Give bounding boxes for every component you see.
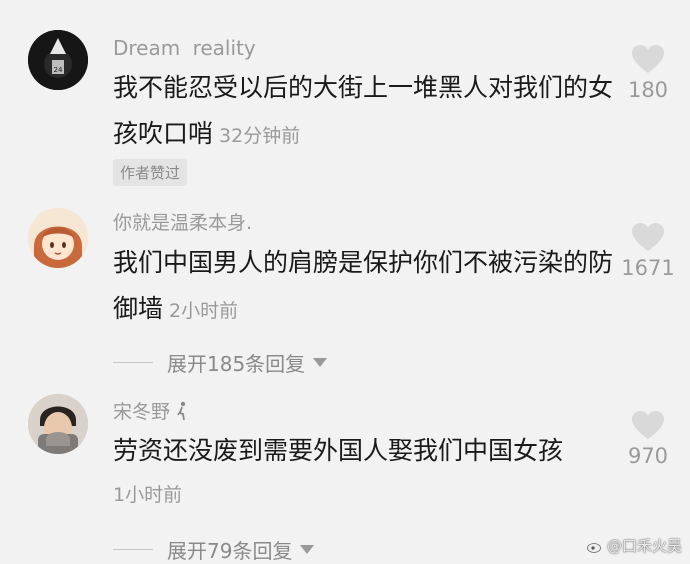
divider-line: [113, 362, 153, 363]
like-count: 180: [627, 78, 669, 102]
comment-body: 我不能忍受以后的大街上一堆黑人对我们的女孩吹口哨: [113, 73, 614, 148]
heart-icon: [632, 411, 664, 439]
like-button[interactable]: 970: [620, 410, 676, 468]
like-button[interactable]: 1671: [620, 222, 676, 280]
expand-replies-label: 展开185条回复: [167, 352, 306, 376]
avatar[interactable]: [28, 208, 88, 268]
avatar[interactable]: [28, 394, 88, 454]
avatar-image: [28, 394, 88, 454]
watermark-text: @口禾火吴: [606, 537, 682, 555]
walking-person-icon: [177, 401, 186, 421]
weibo-icon: [587, 542, 601, 553]
comment-text: 劳资还没废到需要外国人娶我们中国女孩: [113, 436, 564, 465]
heart-icon: [632, 223, 664, 251]
like-count: 1671: [621, 256, 675, 280]
avatar-image: 24: [28, 30, 88, 90]
chevron-down-icon: [313, 358, 328, 367]
comment-author[interactable]: 宋冬野: [113, 397, 188, 424]
comment-time: 2小时前: [169, 300, 239, 322]
divider-line: [113, 549, 153, 550]
like-button[interactable]: 180: [620, 44, 676, 102]
comment-time: 32分钟前: [219, 125, 301, 147]
expand-replies-button[interactable]: 展开79条回复: [113, 535, 315, 564]
author-liked-badge: 作者赞过: [113, 159, 188, 186]
expand-replies-button[interactable]: 展开185条回复: [113, 348, 328, 377]
avatar-image: [28, 208, 88, 268]
comment-text: 我们中国男人的肩膀是保护你们不被污染的防御墙 2小时前: [113, 240, 613, 334]
comment-text: 我不能忍受以后的大街上一堆黑人对我们的女孩吹口哨 32分钟前: [113, 65, 613, 159]
chevron-down-icon: [300, 545, 315, 554]
svg-text:24: 24: [54, 66, 63, 74]
comment-author[interactable]: 你就是温柔本身.: [113, 208, 252, 235]
comment-author-name: 宋冬野: [113, 401, 171, 423]
expand-replies-label: 展开79条回复: [167, 539, 293, 563]
comment-time: 1小时前: [113, 484, 183, 506]
like-count: 970: [627, 444, 669, 468]
heart-icon: [632, 45, 664, 73]
watermark: @口禾火吴: [587, 535, 682, 556]
comment-author[interactable]: Dream reality: [113, 36, 256, 60]
avatar[interactable]: 24: [28, 30, 88, 90]
